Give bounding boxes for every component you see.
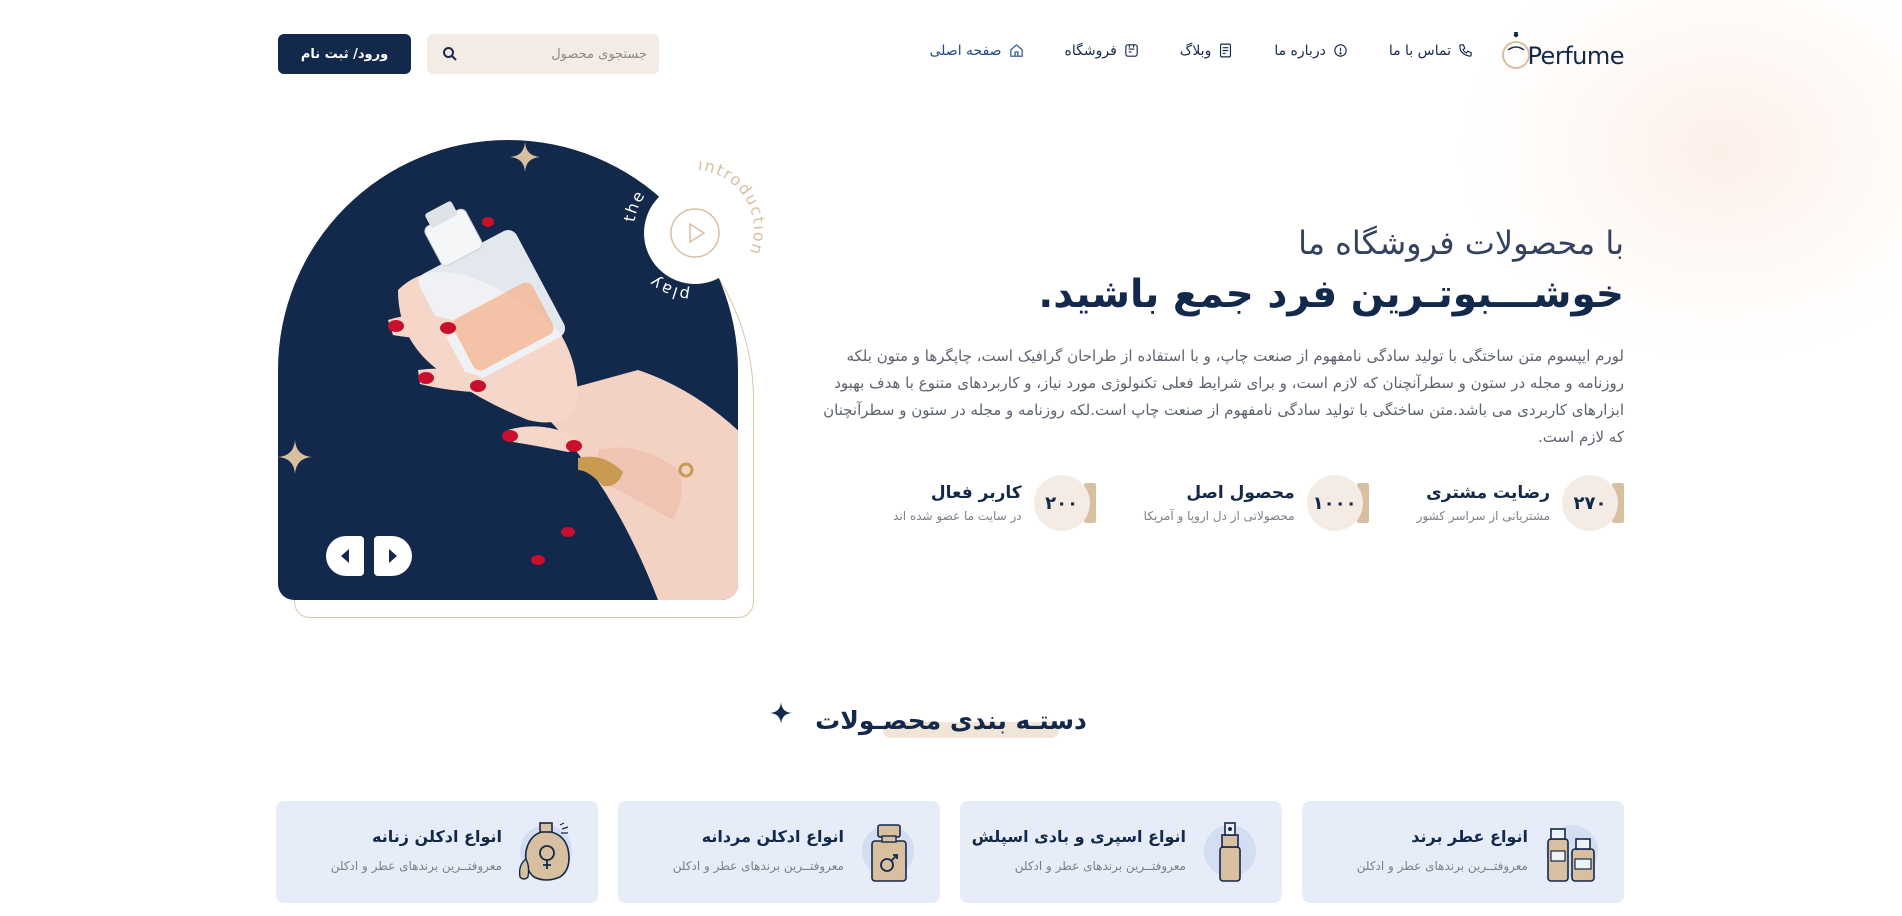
categories-heading: دستـه بندی محصـولات — [0, 706, 1902, 738]
male-perfume-icon — [858, 819, 918, 883]
stat-number: ۲۷۰ — [1560, 475, 1624, 531]
prev-slide-button[interactable] — [326, 536, 364, 576]
login-button[interactable]: ورود/ ثبت نام — [278, 34, 411, 74]
category-desc: معروفتــرین برندهای عطر و ادکلن — [1356, 859, 1528, 873]
next-slide-button[interactable] — [374, 536, 412, 576]
hero-image: introduction the play — [278, 140, 764, 620]
blog-icon — [1220, 43, 1232, 58]
search-box[interactable] — [427, 34, 659, 74]
badge-side-text: the — [624, 186, 648, 223]
hero-subtitle-text: با محصولات فروشگاه ما — [1298, 224, 1624, 262]
category-title: انواع عطر برند — [1411, 827, 1528, 846]
header: Perfume صفحه اصلی فروشگاه وبلاگ درباره م… — [278, 30, 1624, 78]
stat-item: ۲۰۰ کاربر فعال در سایت ما عضو شده اند — [893, 475, 1096, 531]
nav-item-label: صفحه اصلی — [929, 42, 1002, 59]
hero-text: با محصولات فروشگاه ما خوشـــبوتـرین فرد … — [804, 224, 1632, 531]
search-input[interactable] — [477, 46, 647, 62]
stat-item: ۲۷۰ رضایت مشتری مشتریانی از سراسر کشور — [1417, 475, 1624, 531]
stat-title: محصول اصل — [1186, 483, 1295, 503]
nav-item-blog[interactable]: وبلاگ — [1180, 42, 1235, 59]
category-card-brand[interactable]: انواع عطر برند معروفتــرین برندهای عطر و… — [1302, 801, 1624, 903]
play-icon[interactable] — [664, 202, 726, 264]
svg-text:play: play — [645, 272, 691, 300]
search-icon[interactable] — [441, 45, 459, 63]
category-cards: انواع ادکلن زنانه معروفتــرین برندهای عط… — [276, 801, 1624, 903]
stat-title: کاربر فعال — [930, 483, 1022, 503]
stat-title: رضایت مشتری — [1426, 483, 1550, 503]
stat-subtitle: در سایت ما عضو شده اند — [893, 509, 1022, 523]
slider-arrows — [326, 536, 412, 576]
stat-subtitle: محصولاتی از دل اروپا و آمریکا — [1143, 509, 1295, 523]
nav-item-label: درباره ما — [1274, 42, 1326, 59]
home-icon — [1009, 44, 1023, 57]
category-title: انواع ادکلن زنانه — [372, 827, 502, 846]
nav-item-label: فروشگاه — [1064, 42, 1117, 59]
shop-icon — [1125, 44, 1138, 57]
nav-item-label: تماس با ما — [1388, 42, 1451, 59]
sparkle-icon — [510, 142, 540, 172]
hero-description: لورم ایپسوم متن ساختگی با تولید سادگی نا… — [823, 347, 1624, 446]
category-title: انواع اسپری و بادی اسپلش — [971, 827, 1186, 846]
categories-heading-text: دستـه بندی محصـولات — [815, 706, 1087, 735]
stat-number: ۲۰۰ — [1032, 475, 1096, 531]
brand-name: Perfume — [1527, 42, 1624, 70]
spray-bottle-icon — [1200, 819, 1260, 883]
category-card-spray[interactable]: انواع اسپری و بادی اسپلش معروفتــرین برن… — [960, 801, 1282, 903]
category-desc: معروفتــرین برندهای عطر و ادکلن — [1014, 859, 1186, 873]
hero-subtitle: با محصولات فروشگاه ما — [1298, 224, 1632, 262]
perfume-logo-icon — [1501, 30, 1535, 72]
hero-title: خوشـــبوتـرین فرد جمع باشید. — [1038, 272, 1624, 317]
stat-number: ۱۰۰۰ — [1305, 475, 1369, 531]
stat-subtitle: مشتریانی از سراسر کشور — [1416, 509, 1550, 523]
main-nav: صفحه اصلی فروشگاه وبلاگ درباره ما تماس ب… — [930, 42, 1475, 59]
stats-row: ۲۷۰ رضایت مشتری مشتریانی از سراسر کشور ۱۰… — [804, 475, 1624, 531]
logo[interactable]: Perfume — [1501, 30, 1624, 72]
nav-item-contact[interactable]: تماس با ما — [1389, 42, 1474, 59]
svg-text:the: the — [624, 186, 649, 223]
phone-icon — [1459, 44, 1472, 57]
category-desc: معروفتــرین برندهای عطر و ادکلن — [330, 859, 502, 873]
chevron-right-icon — [389, 549, 397, 563]
stat-item: ۱۰۰۰ محصول اصل محصولاتی از دل اروپا و آمر… — [1144, 475, 1369, 531]
nav-item-home[interactable]: صفحه اصلی — [930, 42, 1025, 59]
female-perfume-icon — [516, 819, 576, 883]
sparkle-icon — [278, 440, 312, 474]
badge-bottom-text: play — [645, 272, 689, 300]
info-icon — [1334, 44, 1347, 57]
nav-item-shop[interactable]: فروشگاه — [1065, 42, 1140, 59]
category-card-men[interactable]: انواع ادکلن مردانه معروفتــرین برندهای ع… — [618, 801, 940, 903]
nav-item-label: وبلاگ — [1179, 42, 1212, 59]
category-title: انواع ادکلن مردانه — [701, 827, 844, 846]
brand-perfume-icon — [1542, 819, 1602, 883]
chevron-left-icon — [341, 549, 349, 563]
nav-item-about[interactable]: درباره ما — [1274, 42, 1348, 59]
category-card-women[interactable]: انواع ادکلن زنانه معروفتــرین برندهای عط… — [276, 801, 598, 903]
category-desc: معروفتــرین برندهای عطر و ادکلن — [672, 859, 844, 873]
